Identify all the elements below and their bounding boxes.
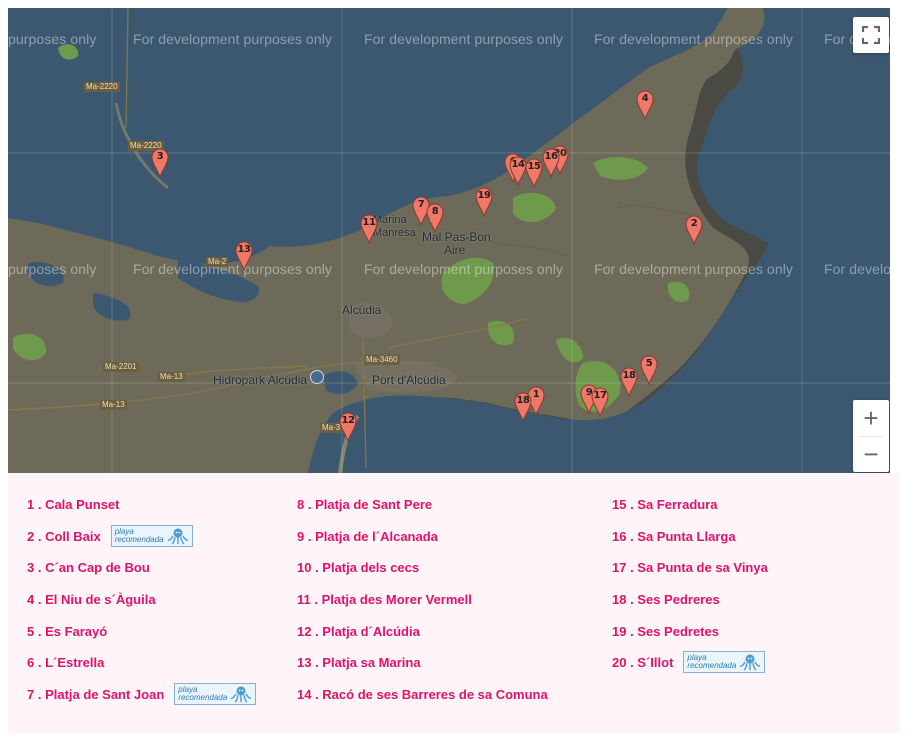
beach-marker-8[interactable]: 8: [426, 203, 444, 233]
legend-item-label[interactable]: 20 . S´Illot: [612, 653, 673, 673]
place-label: Marina: [373, 214, 407, 226]
legend-item-label[interactable]: 11 . Platja des Morer Vermell: [297, 590, 472, 610]
minus-icon: −: [863, 438, 879, 469]
badge-label: playa recomendada: [178, 685, 228, 703]
legend-item[interactable]: 2 . Coll Baix playa recomendada: [27, 524, 256, 559]
legend-item[interactable]: 14 . Racó de ses Barreres de sa Comuna: [297, 685, 548, 717]
fullscreen-button[interactable]: [853, 17, 889, 53]
legend-item[interactable]: 8 . Platja de Sant Pere: [297, 495, 548, 527]
legend-column-1: 1 . Cala Punset 2 . Coll Baix playa recome…: [27, 495, 257, 717]
legend-item[interactable]: 11 . Platja des Morer Vermell: [297, 590, 548, 622]
map-watermark: For development purposes only: [133, 31, 333, 47]
place-label: Aire: [444, 243, 466, 257]
map-watermark: For development purposes only: [594, 261, 794, 277]
legend-item[interactable]: 17 . Sa Punta de sa Vinya: [612, 558, 768, 590]
legend-item-label[interactable]: 8 . Platja de Sant Pere: [297, 495, 432, 515]
legend-item[interactable]: 7 . Platja de Sant Joan playa recomendada: [27, 683, 257, 717]
map-watermark: For development purposes only: [364, 31, 564, 47]
legend-item[interactable]: 16 . Sa Punta Llarga: [612, 527, 768, 559]
place-label: Port d'Alcúdia: [372, 373, 446, 387]
beach-marker-13[interactable]: 13: [235, 241, 253, 271]
road-shield: Ma-13: [100, 400, 127, 410]
legend-item[interactable]: 10 . Platja dels cecs: [297, 558, 548, 590]
legend-item[interactable]: 4 . El Niu de s´Àguila: [27, 590, 256, 622]
legend-column-3: 15 . Sa Ferradura 16 . Sa Punta Llarga 17 …: [612, 495, 768, 685]
legend-item-label[interactable]: 12 . Platja d´Alcúdia: [297, 622, 420, 642]
legend-item-label[interactable]: 3 . C´an Cap de Bou: [27, 558, 150, 578]
legend-item-label[interactable]: 1 . Cala Punset: [27, 495, 119, 515]
legend-item[interactable]: 13 . Platja sa Marina: [297, 653, 548, 685]
hidropark-pin-icon: [310, 370, 324, 384]
zoom-out-button[interactable]: −: [853, 436, 889, 472]
legend-item-label[interactable]: 10 . Platja dels cecs: [297, 558, 419, 578]
beach-marker-4[interactable]: 4: [636, 90, 654, 120]
legend-item[interactable]: 12 . Platja d´Alcúdia: [297, 622, 548, 654]
legend-item-label[interactable]: 5 . Es Farayó: [27, 622, 107, 642]
legend-item-label[interactable]: 16 . Sa Punta Llarga: [612, 527, 736, 547]
legend-item-label[interactable]: 19 . Ses Pedretes: [612, 622, 719, 642]
fullscreen-icon: [862, 26, 880, 44]
road-shield: Ma-2220: [84, 82, 120, 92]
octopus-icon: [167, 528, 189, 545]
beach-legend: 1 . Cala Punset 2 . Coll Baix playa recome…: [8, 473, 900, 733]
map-watermark: purposes only: [8, 261, 97, 277]
octopus-icon: [230, 686, 252, 703]
beach-marker-18b[interactable]: 18: [620, 367, 638, 397]
legend-column-2: 8 . Platja de Sant Pere 9 . Platja de l´A…: [297, 495, 548, 717]
zoom-control: + −: [853, 400, 889, 472]
beach-marker-17[interactable]: 17: [591, 387, 609, 417]
road-shield: Ma-2: [206, 257, 229, 267]
octopus-icon: [740, 654, 761, 672]
beach-marker-16[interactable]: 16: [542, 148, 560, 178]
recommended-beach-badge: playa recomendada: [683, 651, 766, 674]
map-watermark: For development purposes only: [133, 261, 333, 277]
legend-item[interactable]: 15 . Sa Ferradura: [612, 495, 768, 527]
beach-marker-3[interactable]: 3: [151, 148, 169, 178]
legend-item[interactable]: 19 . Ses Pedretes: [612, 622, 768, 654]
map-watermark: For developmen: [824, 261, 890, 277]
legend-item[interactable]: 18 . Ses Pedreres: [612, 590, 768, 622]
map-watermark: For development purposes only: [594, 31, 794, 47]
road-shield: Ma-3460: [364, 355, 400, 365]
legend-item-label[interactable]: 17 . Sa Punta de sa Vinya: [612, 558, 768, 578]
legend-item-label[interactable]: 4 . El Niu de s´Àguila: [27, 590, 156, 610]
beach-marker-11[interactable]: 11: [360, 214, 378, 244]
legend-item-label[interactable]: 18 . Ses Pedreres: [612, 590, 720, 610]
map-watermark: For development purposes only: [364, 261, 564, 277]
legend-item-label[interactable]: 13 . Platja sa Marina: [297, 653, 421, 673]
legend-item[interactable]: 1 . Cala Punset: [27, 495, 256, 527]
road-shield: Ma-13: [158, 372, 185, 382]
legend-item[interactable]: 6 . L´Estrella: [27, 653, 256, 685]
badge-label: playa recomendada: [114, 526, 164, 544]
legend-item[interactable]: 3 . C´an Cap de Bou: [27, 558, 256, 590]
legend-item-label[interactable]: 6 . L´Estrella: [27, 653, 104, 673]
recommended-beach-badge: playa recomendada: [174, 683, 257, 706]
place-label: Hidropark Alcúdia: [213, 373, 308, 387]
place-label: Manresa: [373, 227, 416, 239]
beach-marker-2[interactable]: 2: [685, 215, 703, 245]
map-canvas[interactable]: purposes only For development purposes o…: [8, 8, 890, 473]
legend-item[interactable]: 5 . Es Farayó: [27, 622, 256, 654]
beach-marker-15[interactable]: 15: [525, 158, 543, 188]
badge-label: playa recomendada: [687, 653, 737, 671]
place-label: Alcúdia: [342, 303, 382, 317]
plus-icon: +: [863, 402, 879, 433]
map-watermark: purposes only: [8, 31, 97, 47]
legend-item[interactable]: 20 . S´Illot playa recomendada: [612, 651, 768, 685]
legend-item-label[interactable]: 9 . Platja de l´Alcanada: [297, 527, 438, 547]
legend-item-label[interactable]: 2 . Coll Baix: [27, 527, 101, 547]
beach-marker-19[interactable]: 19: [475, 187, 493, 217]
legend-item-label[interactable]: 7 . Platja de Sant Joan: [27, 685, 164, 705]
legend-item[interactable]: 9 . Platja de l´Alcanada: [297, 527, 548, 559]
beach-marker-12[interactable]: 12: [339, 412, 357, 442]
beach-marker-18[interactable]: 18: [514, 392, 532, 422]
zoom-in-button[interactable]: +: [853, 400, 889, 436]
beach-marker-5[interactable]: 5: [640, 355, 658, 385]
legend-item-label[interactable]: 14 . Racó de ses Barreres de sa Comuna: [297, 685, 548, 705]
road-shield: Ma-2201: [103, 362, 139, 372]
recommended-beach-badge: playa recomendada: [110, 524, 193, 547]
legend-item-label[interactable]: 15 . Sa Ferradura: [612, 495, 718, 515]
